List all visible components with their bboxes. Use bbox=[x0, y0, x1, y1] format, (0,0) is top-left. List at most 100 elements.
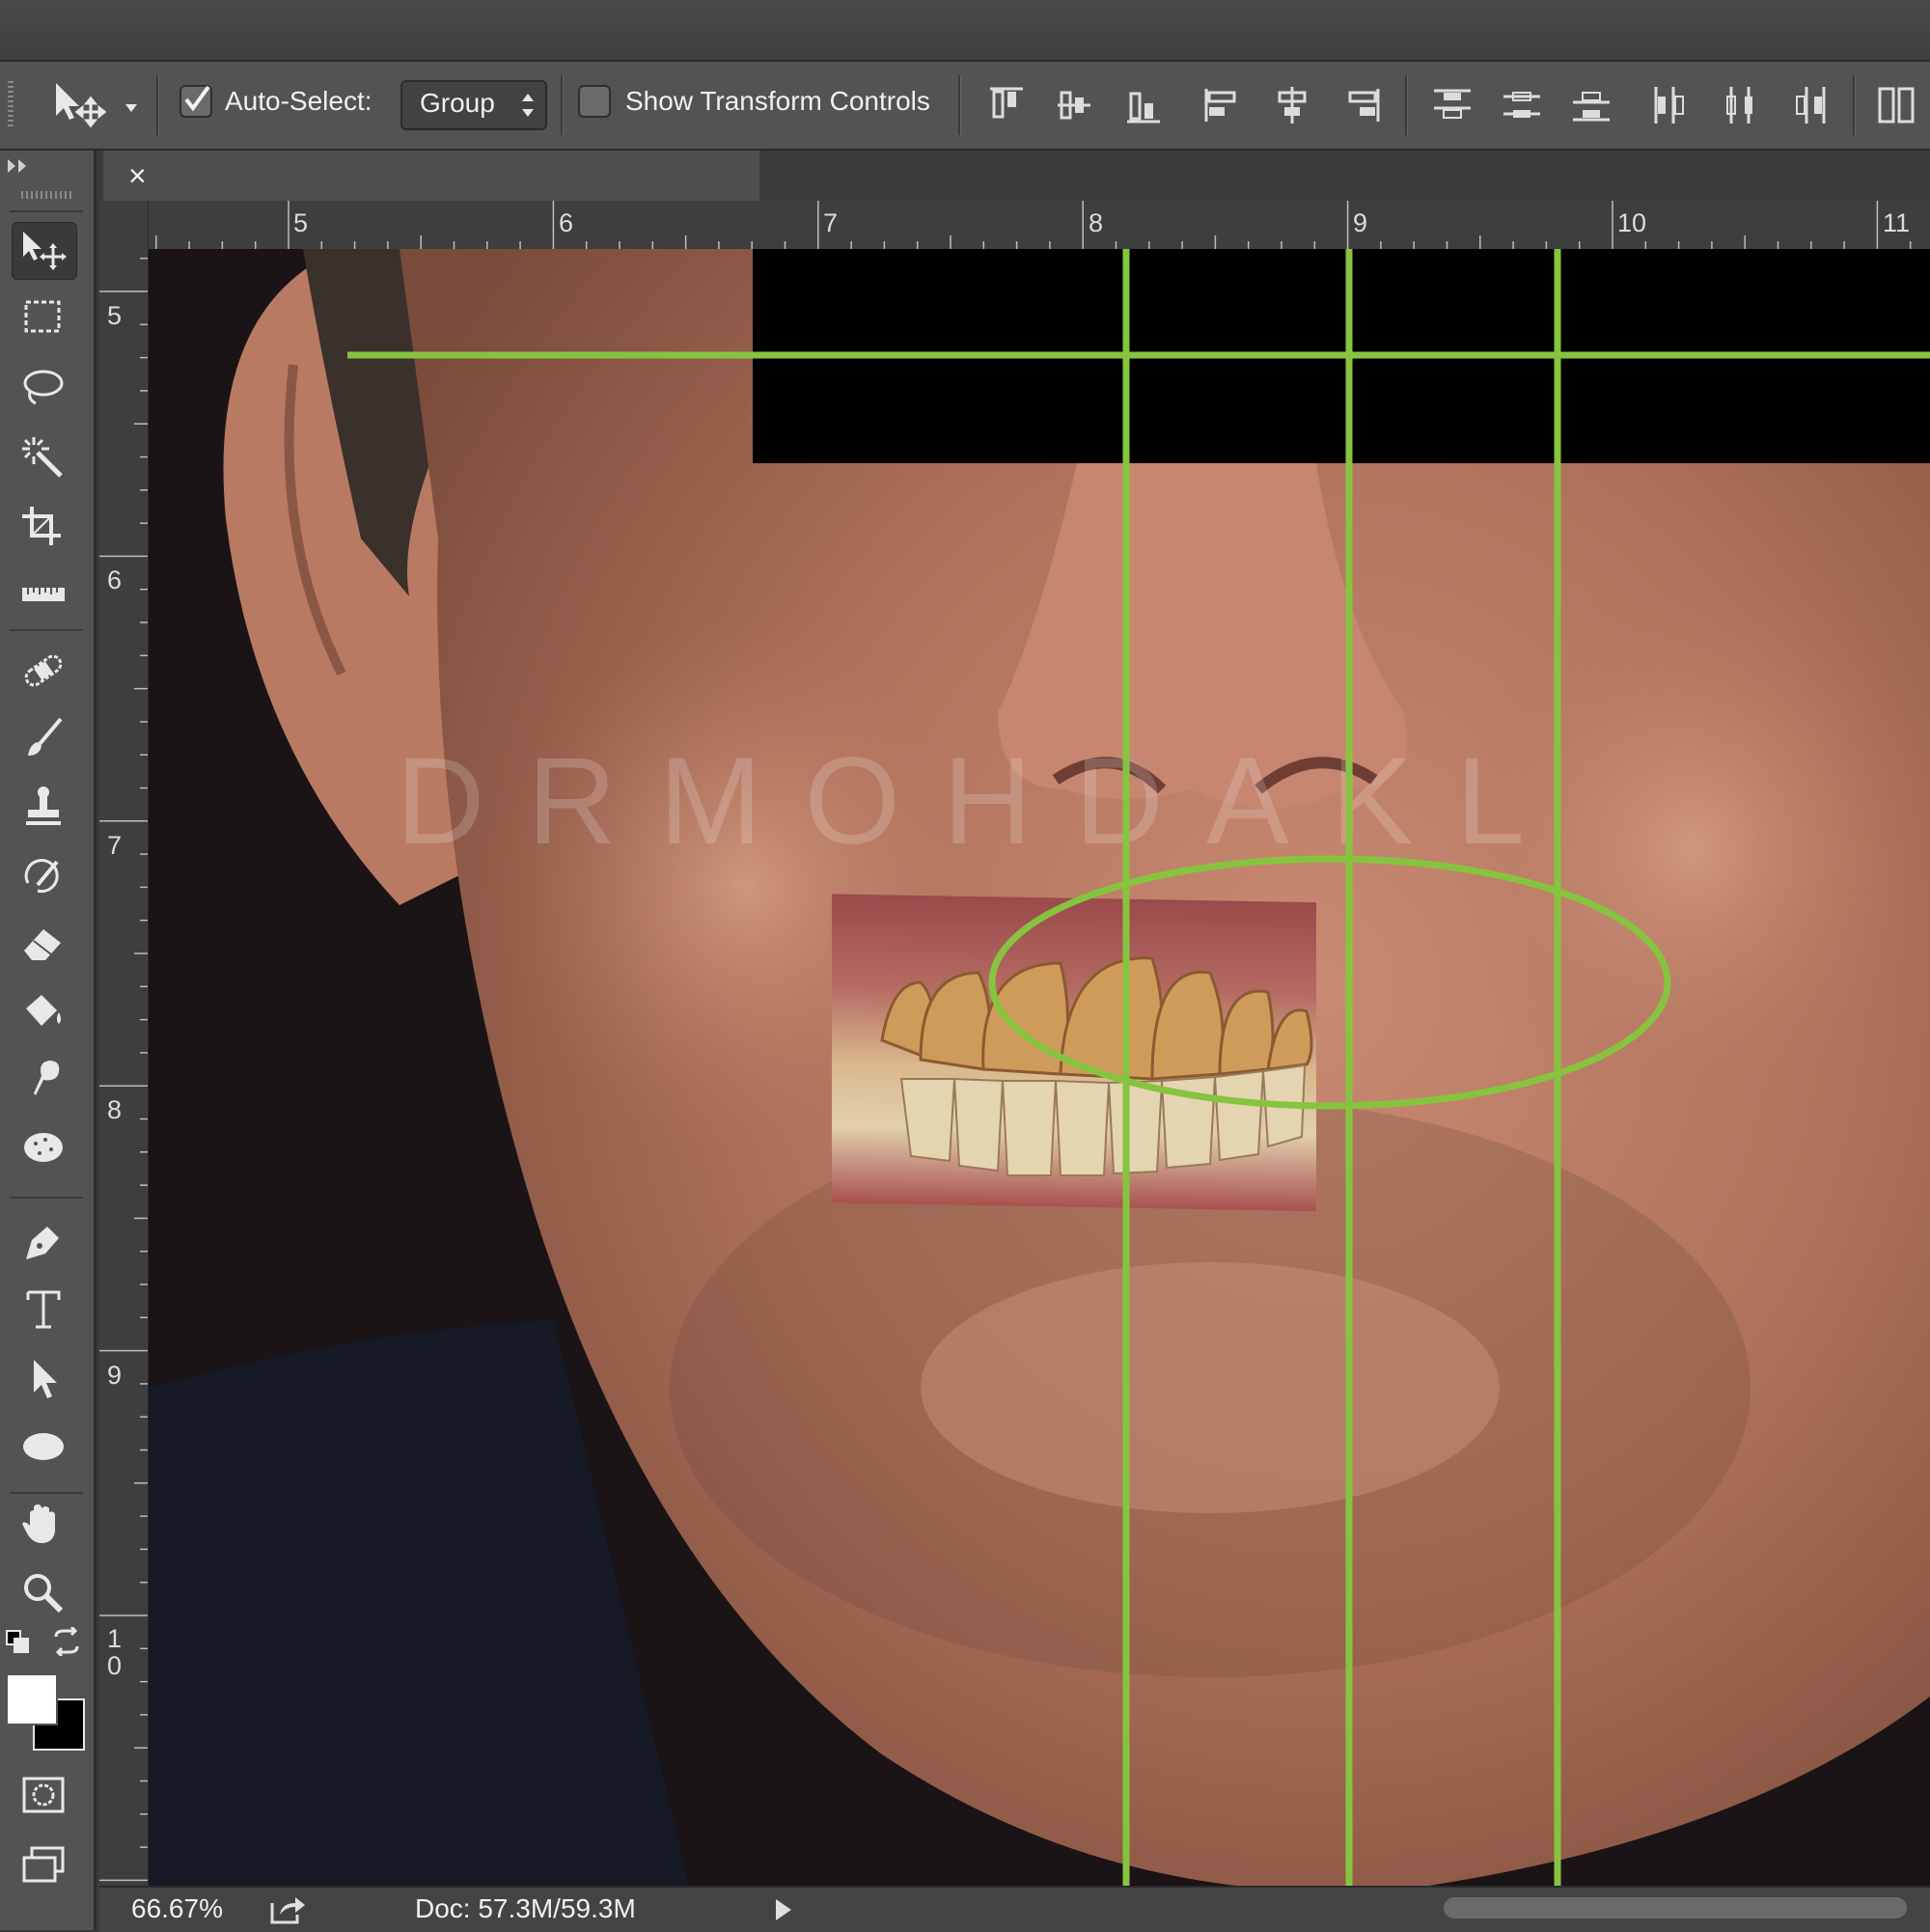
auto-select-checkbox[interactable] bbox=[179, 85, 212, 118]
eraser-icon bbox=[24, 929, 61, 960]
magic-wand-icon bbox=[22, 437, 63, 478]
quick-mask-button[interactable] bbox=[12, 1768, 75, 1824]
ruler-label: 7 bbox=[823, 208, 839, 237]
quick-mask-icon bbox=[22, 1777, 65, 1813]
document-canvas[interactable]: DRMOHDAKL bbox=[149, 249, 1930, 1886]
smudge-tool[interactable] bbox=[12, 1050, 75, 1106]
tools-panel-grip[interactable] bbox=[21, 191, 71, 199]
ruler-label: 10 bbox=[1617, 208, 1647, 237]
window-title-strip bbox=[0, 0, 1930, 62]
ruler-ticks bbox=[122, 201, 1912, 249]
rectangular-marquee-icon bbox=[24, 300, 61, 333]
ruler-label: 11 bbox=[1883, 208, 1911, 237]
align-horizontal-centers-icon[interactable] bbox=[1270, 83, 1314, 127]
watermark-text: DRMOHDAKL bbox=[396, 732, 1567, 870]
ellipse-icon bbox=[23, 1433, 64, 1460]
magic-wand-tool[interactable] bbox=[12, 428, 75, 484]
paint-bucket-tool[interactable] bbox=[12, 982, 75, 1038]
crop-tool[interactable] bbox=[12, 498, 75, 554]
history-brush-tool[interactable] bbox=[12, 847, 75, 903]
align-left-edges-icon[interactable] bbox=[1200, 83, 1245, 127]
collapse-panel-icon[interactable] bbox=[6, 156, 31, 176]
brush-icon bbox=[28, 717, 63, 756]
move-icon bbox=[56, 83, 137, 128]
ruler-label: 6 bbox=[559, 208, 574, 237]
play-arrow-icon[interactable] bbox=[772, 1897, 793, 1922]
document-tab[interactable]: × bbox=[103, 151, 759, 201]
ruler-label: 9 bbox=[1353, 208, 1368, 237]
path-selection-tool[interactable] bbox=[12, 1351, 75, 1407]
arrow-pointer-icon bbox=[34, 1360, 57, 1398]
healing-brush-tool[interactable] bbox=[12, 643, 75, 699]
dropdown-arrows-icon bbox=[522, 94, 534, 117]
move-icon bbox=[23, 232, 67, 270]
type-icon bbox=[26, 1290, 61, 1329]
auto-select-label: Auto-Select: bbox=[225, 86, 372, 116]
options-bar-grip[interactable] bbox=[8, 81, 14, 129]
distribute-bottom-edges-icon[interactable] bbox=[1569, 83, 1613, 127]
document-tab-bar: × bbox=[99, 151, 1930, 201]
auto-align-layers-icon[interactable] bbox=[1876, 83, 1920, 127]
move-tool[interactable] bbox=[12, 222, 77, 280]
screen-mode-button[interactable] bbox=[12, 1837, 75, 1893]
ruler-label: 7 bbox=[107, 831, 123, 860]
lasso-icon bbox=[23, 370, 64, 405]
show-transform-controls-checkbox[interactable] bbox=[578, 85, 611, 118]
ruler-label: 5 bbox=[107, 301, 123, 330]
status-bar: 66.67% Doc: 57.3M/59.3M bbox=[99, 1886, 1930, 1932]
horizontal-ruler[interactable]: 5 6 7 8 9 10 11 bbox=[99, 201, 1930, 250]
eraser-tool[interactable] bbox=[12, 915, 75, 971]
ruler-label: 9 bbox=[107, 1361, 123, 1390]
magnifier-icon bbox=[24, 1574, 64, 1614]
pen-tool[interactable] bbox=[12, 1214, 75, 1270]
clone-stamp-tool[interactable] bbox=[12, 778, 75, 834]
distribute-horizontal-centers-icon[interactable] bbox=[1718, 83, 1762, 127]
distribute-left-edges-icon[interactable] bbox=[1648, 83, 1693, 127]
tools-panel bbox=[0, 151, 96, 1930]
move-tool-preset-button[interactable] bbox=[48, 79, 145, 131]
ruler-tool[interactable] bbox=[12, 566, 75, 621]
default-colors-icon[interactable] bbox=[5, 1629, 34, 1658]
ruler-origin-corner[interactable] bbox=[99, 201, 149, 250]
ruler-label: 8 bbox=[107, 1095, 123, 1124]
ruler-label: 6 bbox=[107, 566, 123, 594]
share-icon[interactable] bbox=[268, 1893, 307, 1926]
type-tool[interactable] bbox=[12, 1282, 75, 1338]
marquee-tool[interactable] bbox=[12, 290, 75, 345]
auto-select-dropdown[interactable]: Group bbox=[400, 80, 547, 130]
auto-select-value: Group bbox=[420, 88, 495, 118]
ruler-label: 8 bbox=[1089, 208, 1104, 237]
canvas-artwork: DRMOHDAKL bbox=[149, 249, 1930, 1886]
screen-mode-icon bbox=[22, 1846, 65, 1883]
align-right-edges-icon[interactable] bbox=[1339, 83, 1384, 127]
lasso-tool[interactable] bbox=[12, 359, 75, 415]
distribute-top-edges-icon[interactable] bbox=[1430, 83, 1475, 127]
ruler-label: 1 0 bbox=[107, 1624, 123, 1680]
foreground-color-swatch[interactable] bbox=[6, 1673, 58, 1725]
brush-tool[interactable] bbox=[12, 710, 75, 766]
align-top-edges-icon[interactable] bbox=[984, 83, 1029, 127]
horizontal-scrollbar-thumb[interactable] bbox=[1444, 1897, 1907, 1918]
show-transform-controls-label: Show Transform Controls bbox=[625, 86, 930, 116]
distribute-right-edges-icon[interactable] bbox=[1787, 83, 1832, 127]
checkmark-icon bbox=[184, 85, 210, 112]
stamp-icon bbox=[26, 787, 61, 825]
sponge-tool[interactable] bbox=[12, 1119, 75, 1175]
align-bottom-edges-icon[interactable] bbox=[1121, 83, 1166, 127]
swap-colors-icon[interactable] bbox=[50, 1627, 83, 1656]
close-tab-button[interactable]: × bbox=[128, 158, 147, 194]
zoom-tool[interactable] bbox=[12, 1565, 75, 1621]
hand-icon bbox=[22, 1504, 55, 1543]
align-vertical-centers-icon[interactable] bbox=[1052, 83, 1096, 127]
distribute-vertical-centers-icon[interactable] bbox=[1500, 83, 1544, 127]
history-brush-icon bbox=[24, 859, 59, 894]
smudge-icon bbox=[34, 1061, 60, 1095]
ruler-label: 5 bbox=[293, 208, 309, 237]
paint-bucket-icon bbox=[26, 995, 61, 1026]
pen-icon bbox=[26, 1227, 59, 1259]
zoom-level[interactable]: 66.67% bbox=[131, 1893, 223, 1924]
hand-tool[interactable] bbox=[12, 1496, 75, 1552]
ellipse-tool[interactable] bbox=[12, 1419, 75, 1475]
sponge-icon bbox=[24, 1133, 63, 1162]
vertical-ruler[interactable]: 5 6 7 8 9 1 0 bbox=[99, 249, 149, 1886]
